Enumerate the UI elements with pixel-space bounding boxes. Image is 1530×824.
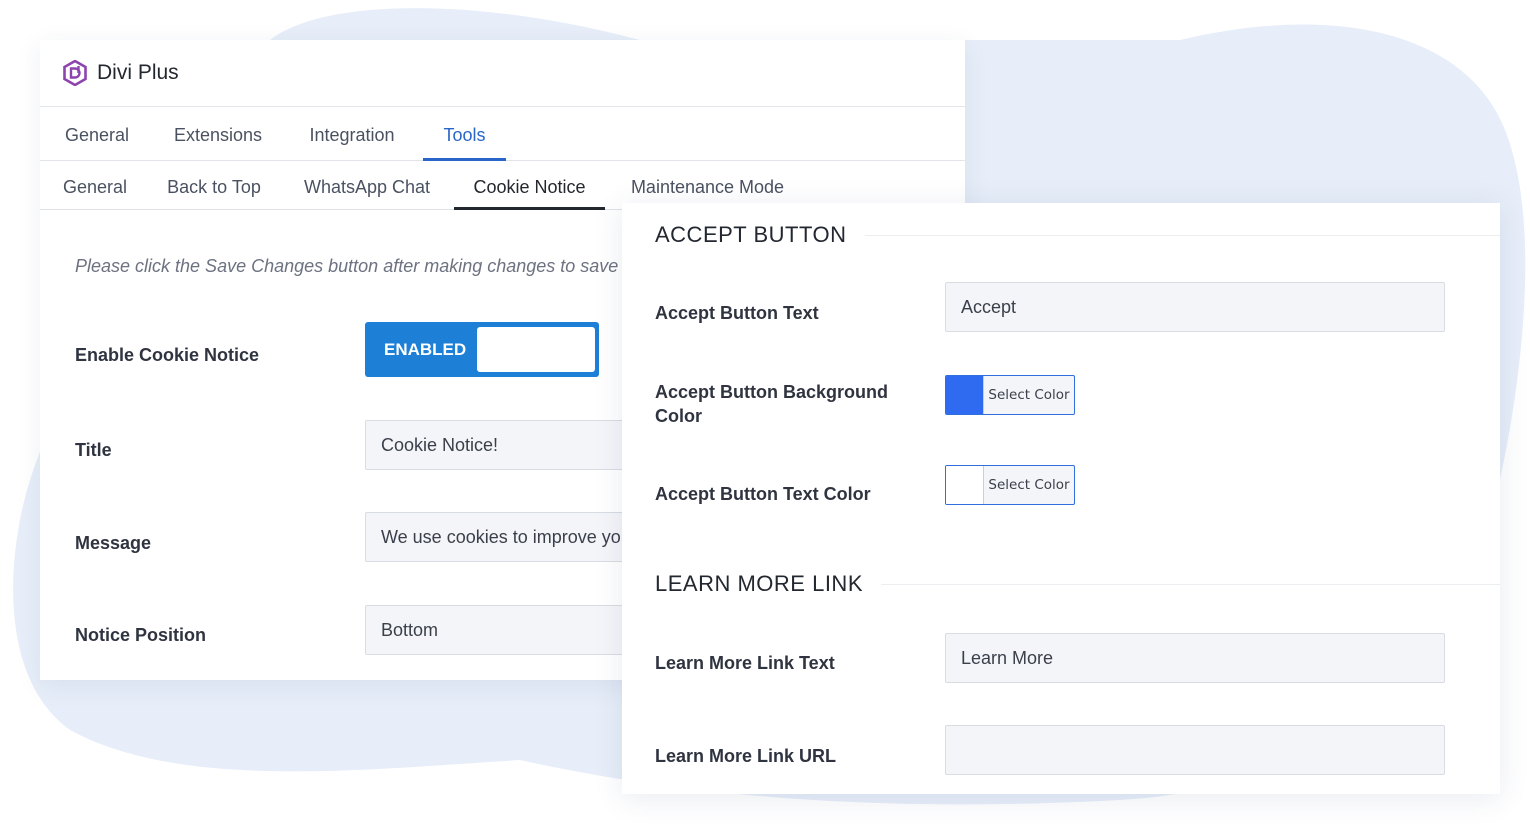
tab-general[interactable]: General: [62, 107, 132, 160]
select-color-label: Select Color: [988, 477, 1070, 493]
main-tabs: General Extensions Integration Tools: [40, 107, 965, 161]
subtab-back-to-top[interactable]: Back to Top: [164, 161, 264, 209]
select-color-label: Select Color: [988, 387, 1070, 403]
message-label: Message: [75, 533, 152, 553]
divi-plus-logo-icon: [63, 60, 87, 86]
brand-header: Divi Plus: [40, 40, 965, 107]
tab-extensions[interactable]: Extensions: [170, 107, 266, 160]
save-notice: Please click the Save Changes button aft…: [75, 256, 633, 276]
accept-button-text-color-label: Accept Button Text Color: [655, 484, 871, 504]
accept-button-text-label: Accept Button Text: [655, 303, 819, 323]
enable-cookie-notice-toggle[interactable]: ENABLED: [365, 322, 599, 377]
subtab-general[interactable]: General: [60, 161, 130, 209]
learn-more-section-title: LEARN MORE LINK: [655, 571, 881, 597]
accept-button-text-input[interactable]: Accept: [945, 282, 1445, 332]
tab-integration[interactable]: Integration: [302, 107, 402, 160]
enable-cookie-notice-label: Enable Cookie Notice: [75, 345, 260, 365]
brand-name: Divi Plus: [97, 61, 179, 84]
accept-button-bg-color-picker[interactable]: Select Color: [945, 375, 1075, 415]
learn-more-url-label: Learn More Link URL: [655, 746, 837, 766]
bg-color-swatch: [946, 376, 984, 414]
learn-more-url-input[interactable]: [945, 725, 1445, 775]
subtab-cookie-notice[interactable]: Cookie Notice: [454, 161, 605, 210]
text-color-swatch: [946, 466, 984, 504]
toggle-state-label: ENABLED: [384, 339, 467, 359]
learn-more-text-label: Learn More Link Text: [655, 653, 835, 673]
accept-button-section-title: ACCEPT BUTTON: [655, 222, 865, 248]
title-label: Title: [75, 440, 112, 460]
button-settings-panel: ACCEPT BUTTON Accept Button Text Accept …: [622, 203, 1500, 794]
learn-more-text-input[interactable]: Learn More: [945, 633, 1445, 683]
accept-button-bg-color-label: Accept Button Background Color: [655, 382, 889, 426]
notice-position-label: Notice Position: [75, 625, 207, 645]
accept-button-text-color-picker[interactable]: Select Color: [945, 465, 1075, 505]
screenshot-stage: Divi Plus General Extensions Integration…: [0, 0, 1530, 824]
tab-tools[interactable]: Tools: [423, 107, 506, 161]
subtab-whatsapp-chat[interactable]: WhatsApp Chat: [300, 161, 434, 209]
subtab-maintenance-mode[interactable]: Maintenance Mode: [625, 161, 790, 209]
toggle-knob: [477, 327, 595, 372]
